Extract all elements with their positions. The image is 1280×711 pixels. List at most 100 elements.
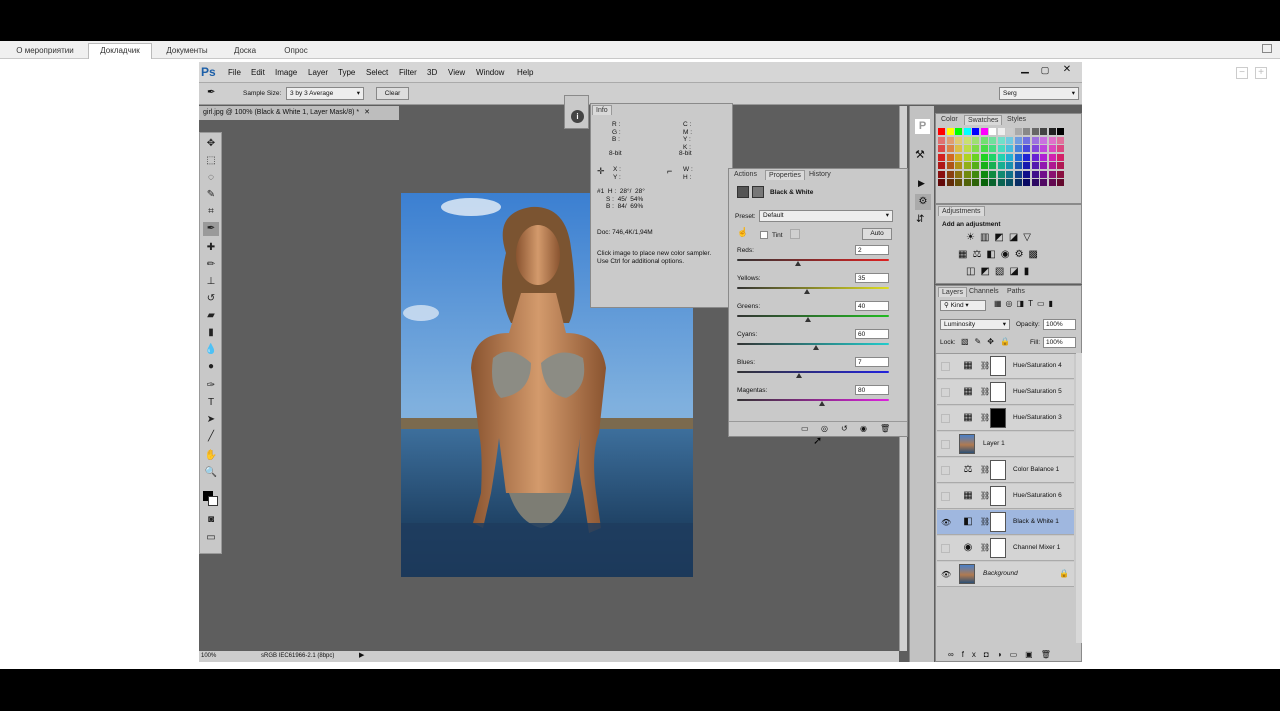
document-tab[interactable]: girl.jpg @ 100% (Black & White 1, Layer …	[199, 106, 399, 120]
layer-filter-icons[interactable]: ▦◎◨T▭▮	[994, 299, 1057, 308]
color-swatch[interactable]	[1057, 153, 1064, 161]
color-swatch[interactable]	[972, 136, 979, 144]
slider-value-input[interactable]: 80	[855, 385, 889, 395]
color-swatch[interactable]	[938, 162, 945, 169]
tab-styles[interactable]: Styles	[1004, 115, 1029, 125]
link-chain-icon[interactable]: ⛓	[980, 465, 990, 474]
color-swatch[interactable]	[1040, 153, 1047, 161]
slider-value-input[interactable]: 35	[855, 273, 889, 283]
color-swatch[interactable]	[1048, 162, 1056, 169]
tab-documents[interactable]: Документы	[155, 43, 219, 59]
color-swatch[interactable]	[1023, 136, 1030, 144]
menu-window[interactable]: Window	[476, 68, 504, 77]
stamp-tool-icon[interactable]: ⊥	[203, 275, 219, 289]
line-tool-icon[interactable]: ╱	[203, 430, 219, 444]
layer-row[interactable]: 👁 ◧ ⛓ Black & White 1	[937, 510, 1074, 535]
menu-layer[interactable]: Layer	[308, 68, 328, 77]
color-swatch[interactable]	[997, 162, 1005, 169]
color-swatch[interactable]	[938, 145, 945, 152]
menu-help[interactable]: Help	[517, 68, 533, 77]
close-window-icon[interactable]: ✕	[1057, 64, 1077, 76]
color-swatch[interactable]	[1048, 136, 1056, 144]
lasso-tool-icon[interactable]: ◌	[203, 171, 219, 185]
color-swatch[interactable]	[963, 179, 971, 186]
color-swatch[interactable]	[1048, 179, 1056, 186]
play-icon[interactable]: ▶	[918, 178, 925, 189]
slider-thumb[interactable]	[813, 345, 820, 350]
color-swatch[interactable]	[946, 179, 954, 186]
menu-type[interactable]: Type	[338, 68, 355, 77]
color-swatch[interactable]	[946, 136, 954, 144]
layer-mask-thumbnail[interactable]	[990, 460, 1006, 480]
link-chain-icon[interactable]: ⛓	[980, 413, 990, 422]
layer-row[interactable]: ◉ ⛓ Channel Mixer 1	[937, 536, 1074, 561]
menu-edit[interactable]: Edit	[251, 68, 265, 77]
slider-track[interactable]	[737, 399, 889, 401]
tab-actions[interactable]: Actions	[731, 170, 760, 180]
preset-select[interactable]: Default ▾	[759, 210, 893, 222]
layer-row[interactable]: Layer 1	[937, 432, 1074, 457]
history-brush-icon[interactable]: ↺	[203, 292, 219, 306]
eraser-tool-icon[interactable]: ▰	[203, 309, 219, 323]
visibility-eye-icon[interactable]: 👁	[941, 518, 951, 527]
color-swatch[interactable]	[1014, 170, 1022, 178]
tab-channels[interactable]: Channels	[966, 287, 1002, 297]
color-swatch[interactable]	[955, 170, 962, 178]
color-swatch[interactable]	[963, 162, 971, 169]
color-swatch[interactable]	[989, 145, 996, 152]
eyedropper-tool-icon[interactable]: ✒	[203, 222, 219, 236]
color-swatch[interactable]	[980, 136, 988, 144]
color-swatch[interactable]	[963, 153, 971, 161]
slider-value-input[interactable]: 7	[855, 357, 889, 367]
close-doc-icon[interactable]: ✕	[364, 109, 370, 116]
crop-tool-icon[interactable]: ⌗	[203, 205, 219, 219]
link-chain-icon[interactable]: ⛓	[980, 491, 990, 500]
color-swatch[interactable]	[1014, 153, 1022, 161]
color-swatch[interactable]	[1014, 145, 1022, 152]
slider-thumb[interactable]	[819, 401, 826, 406]
clear-button[interactable]: Clear	[376, 87, 409, 100]
color-swatch[interactable]	[989, 179, 996, 186]
gradient-tool-icon[interactable]: ▮	[203, 326, 219, 340]
color-swatch[interactable]	[1023, 128, 1030, 135]
slider-value-input[interactable]: 40	[855, 301, 889, 311]
screen-mode-icon[interactable]: ▭	[203, 531, 219, 545]
quick-mask-icon[interactable]: ◙	[203, 513, 219, 527]
color-swatch[interactable]	[955, 136, 962, 144]
quick-select-tool-icon[interactable]: ✎	[203, 188, 219, 202]
tab-color[interactable]: Color	[938, 115, 961, 125]
brush-preset-icon[interactable]: ⚒	[915, 148, 925, 161]
layer-mask-thumbnail[interactable]	[990, 538, 1006, 558]
color-swatch[interactable]	[963, 170, 971, 178]
color-swatch[interactable]	[1023, 145, 1030, 152]
hand-tool-icon[interactable]: ✋	[203, 449, 219, 463]
color-swatch[interactable]	[1031, 136, 1039, 144]
color-swatch[interactable]	[1006, 136, 1013, 144]
color-swatch[interactable]	[997, 136, 1005, 144]
color-swatch[interactable]	[1057, 170, 1064, 178]
clip-to-layer-icon[interactable]: ▭	[801, 424, 809, 433]
color-swatch[interactable]	[946, 128, 954, 135]
menu-view[interactable]: View	[448, 68, 465, 77]
blur-tool-icon[interactable]: 💧	[203, 343, 219, 357]
blend-mode-select[interactable]: Luminosity ▾	[940, 319, 1010, 330]
tab-swatches[interactable]: Swatches	[964, 115, 1003, 125]
visibility-eye-icon[interactable]	[941, 544, 950, 553]
visibility-eye-icon[interactable]	[941, 440, 950, 449]
background-color-swatch[interactable]	[208, 496, 218, 506]
visibility-eye-icon[interactable]	[941, 414, 950, 423]
color-swatch[interactable]	[955, 162, 962, 169]
layer-row[interactable]: ▦ ⛓ Hue/Saturation 4	[937, 354, 1074, 379]
color-swatch[interactable]	[955, 128, 962, 135]
color-swatch[interactable]	[972, 145, 979, 152]
fill-input[interactable]: 100%	[1043, 337, 1076, 348]
color-swatch[interactable]	[1023, 162, 1030, 169]
zoom-tool-icon[interactable]: 🔍	[203, 466, 219, 480]
layer-mask-thumbnail[interactable]	[990, 356, 1006, 376]
slider-thumb[interactable]	[796, 373, 803, 378]
color-swatch[interactable]	[955, 145, 962, 152]
restore-icon[interactable]	[1262, 44, 1272, 53]
color-swatch[interactable]	[938, 170, 945, 178]
pen-tool-icon[interactable]: ✑	[203, 379, 219, 393]
color-swatch[interactable]	[1006, 145, 1013, 152]
